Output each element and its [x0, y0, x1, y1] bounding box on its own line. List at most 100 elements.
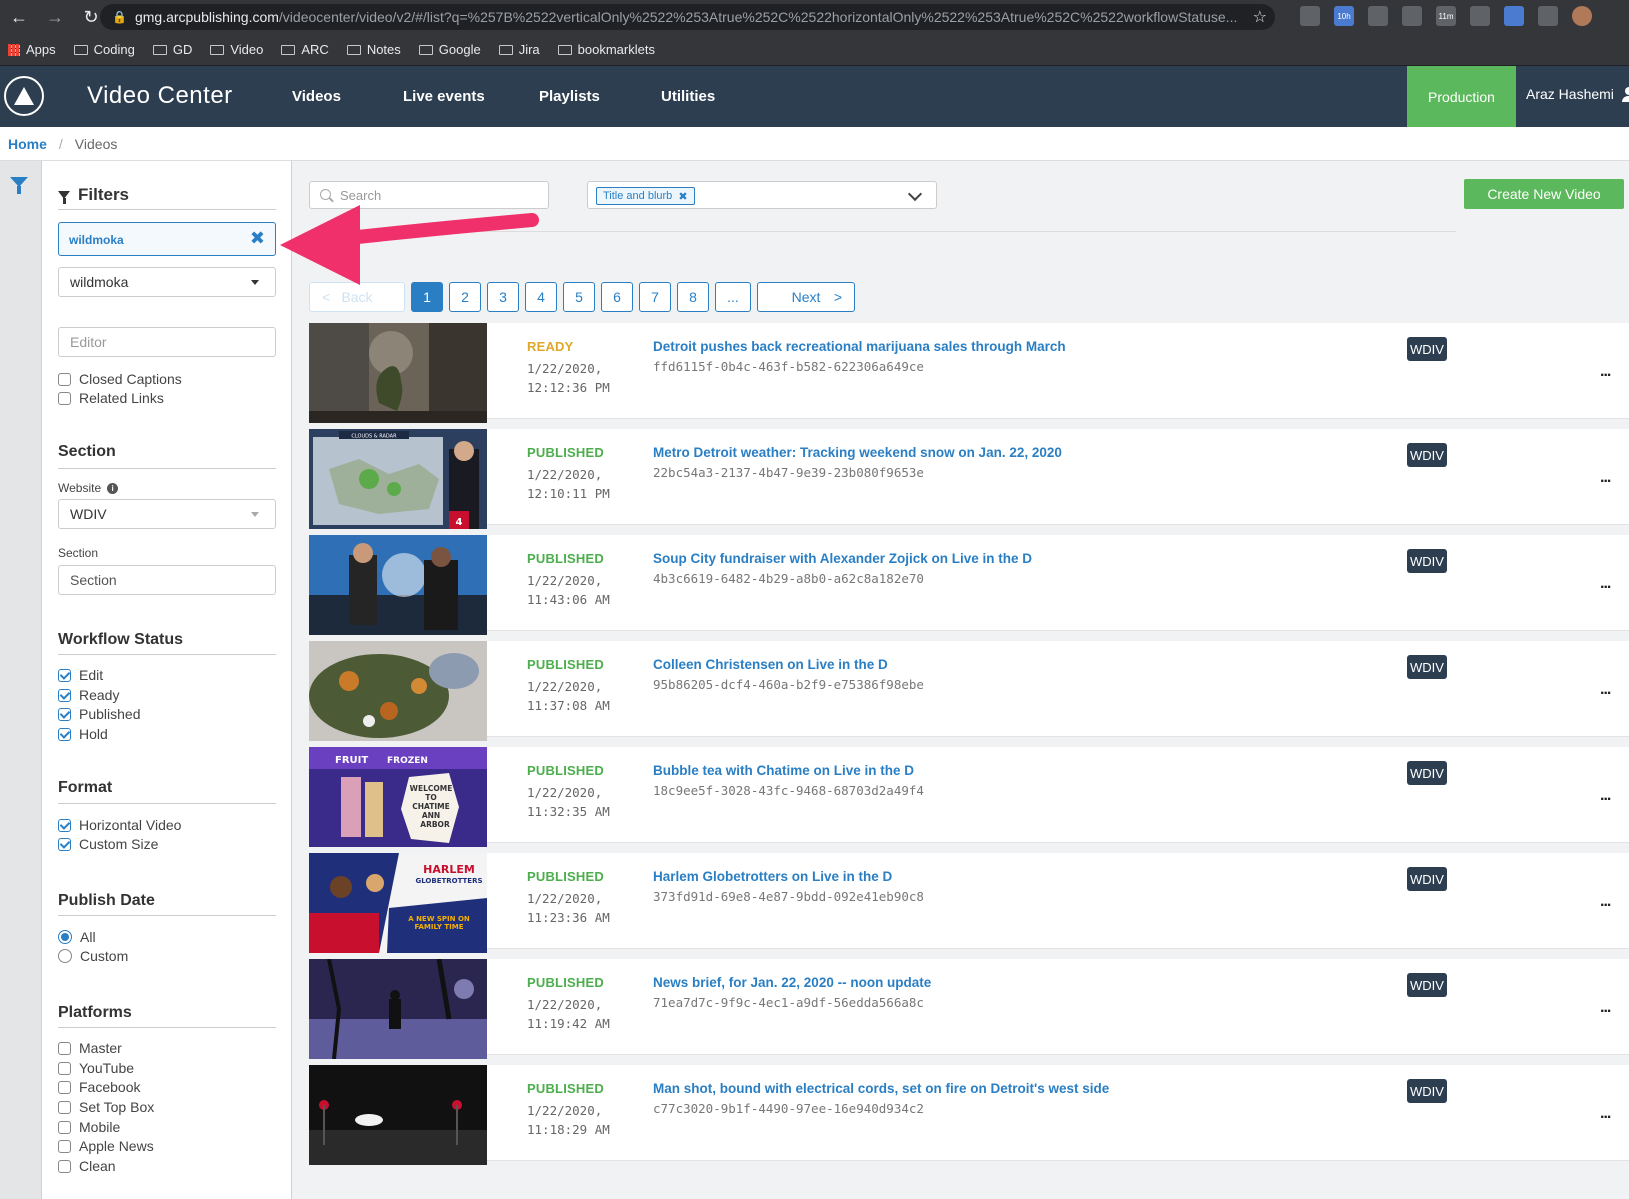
- pager-page[interactable]: 8: [677, 282, 709, 312]
- editor-input[interactable]: Editor: [58, 327, 276, 357]
- more-actions-icon[interactable]: ...: [1600, 575, 1611, 593]
- more-actions-icon[interactable]: ...: [1600, 681, 1611, 699]
- video-row[interactable]: FRUIT FROZEN WELCOME TO CHATIME ANN ARBO…: [309, 747, 1629, 847]
- environment-button[interactable]: Production: [1407, 66, 1516, 127]
- timer-extension-icon[interactable]: 11m: [1436, 6, 1456, 26]
- video-thumbnail[interactable]: [309, 535, 487, 635]
- search-field-select[interactable]: Title and blurb ✖: [587, 181, 937, 209]
- workflow-hold-checkbox[interactable]: Hold: [58, 726, 108, 742]
- workflow-ready-checkbox[interactable]: Ready: [58, 687, 119, 703]
- bookmark-folder[interactable]: Notes: [346, 42, 401, 57]
- platform-clean-checkbox[interactable]: Clean: [58, 1158, 116, 1174]
- filter-toggle-icon[interactable]: [10, 177, 28, 194]
- video-row[interactable]: CLOUDS & RADAR 4 PUBLISHED 1/22/2020, 12:…: [309, 429, 1629, 529]
- video-thumbnail[interactable]: [309, 323, 487, 423]
- platform-mobile-checkbox[interactable]: Mobile: [58, 1119, 120, 1135]
- video-title-link[interactable]: Detroit pushes back recreational marijua…: [653, 339, 1066, 354]
- more-actions-icon[interactable]: ...: [1600, 999, 1611, 1017]
- video-title-link[interactable]: Colleen Christensen on Live in the D: [653, 657, 888, 672]
- pager-next-button[interactable]: Next >: [757, 282, 855, 312]
- video-thumbnail[interactable]: FRUIT FROZEN WELCOME TO CHATIME ANN ARBO…: [309, 747, 487, 847]
- extension-icon[interactable]: [1368, 6, 1388, 26]
- nav-utilities[interactable]: Utilities: [661, 88, 715, 105]
- info-extension-icon[interactable]: [1300, 6, 1320, 26]
- video-row[interactable]: PUBLISHED 1/22/2020, 11:19:42 AM News bri…: [309, 959, 1629, 1059]
- bookmark-apps[interactable]: Apps: [8, 42, 56, 57]
- pager-page[interactable]: 6: [601, 282, 633, 312]
- bookmark-star-icon[interactable]: ☆: [1253, 7, 1267, 27]
- format-horizontal-checkbox[interactable]: Horizontal Video: [58, 817, 181, 833]
- more-actions-icon[interactable]: ...: [1600, 787, 1611, 805]
- pager-page[interactable]: 7: [639, 282, 671, 312]
- reload-icon[interactable]: ↻: [80, 7, 102, 28]
- workflow-edit-checkbox[interactable]: Edit: [58, 667, 103, 683]
- bookmark-folder[interactable]: Google: [418, 42, 481, 57]
- platform-master-checkbox[interactable]: Master: [58, 1040, 122, 1056]
- video-title-link[interactable]: News brief, for Jan. 22, 2020 -- noon up…: [653, 975, 931, 990]
- website-select[interactable]: WDIV: [58, 499, 276, 529]
- pager-page[interactable]: 1: [411, 282, 443, 312]
- extension-icon[interactable]: [1538, 6, 1558, 26]
- platform-facebook-checkbox[interactable]: Facebook: [58, 1079, 140, 1095]
- more-actions-icon[interactable]: ...: [1600, 1105, 1611, 1123]
- video-title-link[interactable]: Bubble tea with Chatime on Live in the D: [653, 763, 914, 778]
- publish-date-all-radio[interactable]: All: [58, 929, 96, 945]
- arc-logo-icon[interactable]: [4, 76, 44, 116]
- format-custom-size-checkbox[interactable]: Custom Size: [58, 836, 158, 852]
- forward-arrow-icon[interactable]: →: [44, 7, 66, 28]
- video-row[interactable]: PUBLISHED 1/22/2020, 11:18:29 AM Man shot…: [309, 1065, 1629, 1165]
- bookmark-folder[interactable]: ARC: [281, 42, 329, 57]
- pager-page[interactable]: 3: [487, 282, 519, 312]
- source-select[interactable]: wildmoka: [58, 267, 276, 297]
- create-new-video-button[interactable]: Create New Video: [1464, 179, 1624, 209]
- video-title-link[interactable]: Harlem Globetrotters on Live in the D: [653, 869, 892, 884]
- bookmark-folder[interactable]: Video: [210, 42, 263, 57]
- section-input[interactable]: Section: [58, 565, 276, 595]
- nav-playlists[interactable]: Playlists: [539, 88, 600, 105]
- extension-icon[interactable]: [1504, 6, 1524, 26]
- pager-back-button[interactable]: < Back: [309, 282, 405, 312]
- remove-tag-icon[interactable]: ✖: [250, 228, 265, 249]
- info-icon[interactable]: i: [107, 482, 119, 494]
- breadcrumb-home[interactable]: Home: [8, 136, 47, 152]
- chevron-down-icon[interactable]: [907, 186, 923, 202]
- more-actions-icon[interactable]: ...: [1600, 363, 1611, 381]
- closed-captions-checkbox[interactable]: Closed Captions: [58, 371, 182, 387]
- bookmark-folder[interactable]: bookmarklets: [557, 42, 655, 57]
- bookmark-folder[interactable]: GD: [152, 42, 192, 57]
- more-actions-icon[interactable]: ...: [1600, 893, 1611, 911]
- bookmark-folder[interactable]: Jira: [498, 42, 540, 57]
- user-menu[interactable]: Araz Hashemi: [1526, 86, 1629, 102]
- react-extension-icon[interactable]: [1470, 6, 1490, 26]
- pager-page[interactable]: 5: [563, 282, 595, 312]
- video-thumbnail[interactable]: [309, 1065, 487, 1165]
- video-row[interactable]: PUBLISHED 1/22/2020, 11:43:06 AM Soup Cit…: [309, 535, 1629, 635]
- platform-set-top-box-checkbox[interactable]: Set Top Box: [58, 1099, 154, 1115]
- publish-date-custom-radio[interactable]: Custom: [58, 948, 128, 964]
- remove-chip-icon[interactable]: ✖: [678, 190, 687, 203]
- related-links-checkbox[interactable]: Related Links: [58, 390, 164, 406]
- more-actions-icon[interactable]: ...: [1600, 469, 1611, 487]
- back-arrow-icon[interactable]: ←: [8, 7, 30, 28]
- search-input[interactable]: Search: [309, 181, 549, 209]
- nav-live-events[interactable]: Live events: [403, 88, 485, 105]
- address-bar[interactable]: 🔒 gmg.arcpublishing.com/videocenter/vide…: [100, 4, 1275, 30]
- video-thumbnail[interactable]: [309, 641, 487, 741]
- platform-youtube-checkbox[interactable]: YouTube: [58, 1060, 134, 1076]
- video-thumbnail[interactable]: CLOUDS & RADAR 4: [309, 429, 487, 529]
- video-thumbnail[interactable]: HARLEM GLOBETROTTERS A NEW SPIN ON FAMIL…: [309, 853, 487, 953]
- video-title-link[interactable]: Metro Detroit weather: Tracking weekend …: [653, 445, 1062, 460]
- pager-page[interactable]: 2: [449, 282, 481, 312]
- workflow-published-checkbox[interactable]: Published: [58, 706, 141, 722]
- video-row[interactable]: HARLEM GLOBETROTTERS A NEW SPIN ON FAMIL…: [309, 853, 1629, 953]
- calendar-extension-icon[interactable]: 10h: [1334, 6, 1354, 26]
- video-title-link[interactable]: Man shot, bound with electrical cords, s…: [653, 1081, 1109, 1096]
- video-row[interactable]: PUBLISHED 1/22/2020, 11:37:08 AM Colleen …: [309, 641, 1629, 741]
- pager-page[interactable]: 4: [525, 282, 557, 312]
- video-title-link[interactable]: Soup City fundraiser with Alexander Zoji…: [653, 551, 1032, 566]
- platform-apple-news-checkbox[interactable]: Apple News: [58, 1138, 154, 1154]
- bookmark-folder[interactable]: Coding: [73, 42, 135, 57]
- video-row[interactable]: READY 1/22/2020, 12:12:36 PM Detroit push…: [309, 323, 1629, 423]
- nav-videos[interactable]: Videos: [292, 88, 341, 105]
- profile-avatar[interactable]: [1572, 6, 1592, 26]
